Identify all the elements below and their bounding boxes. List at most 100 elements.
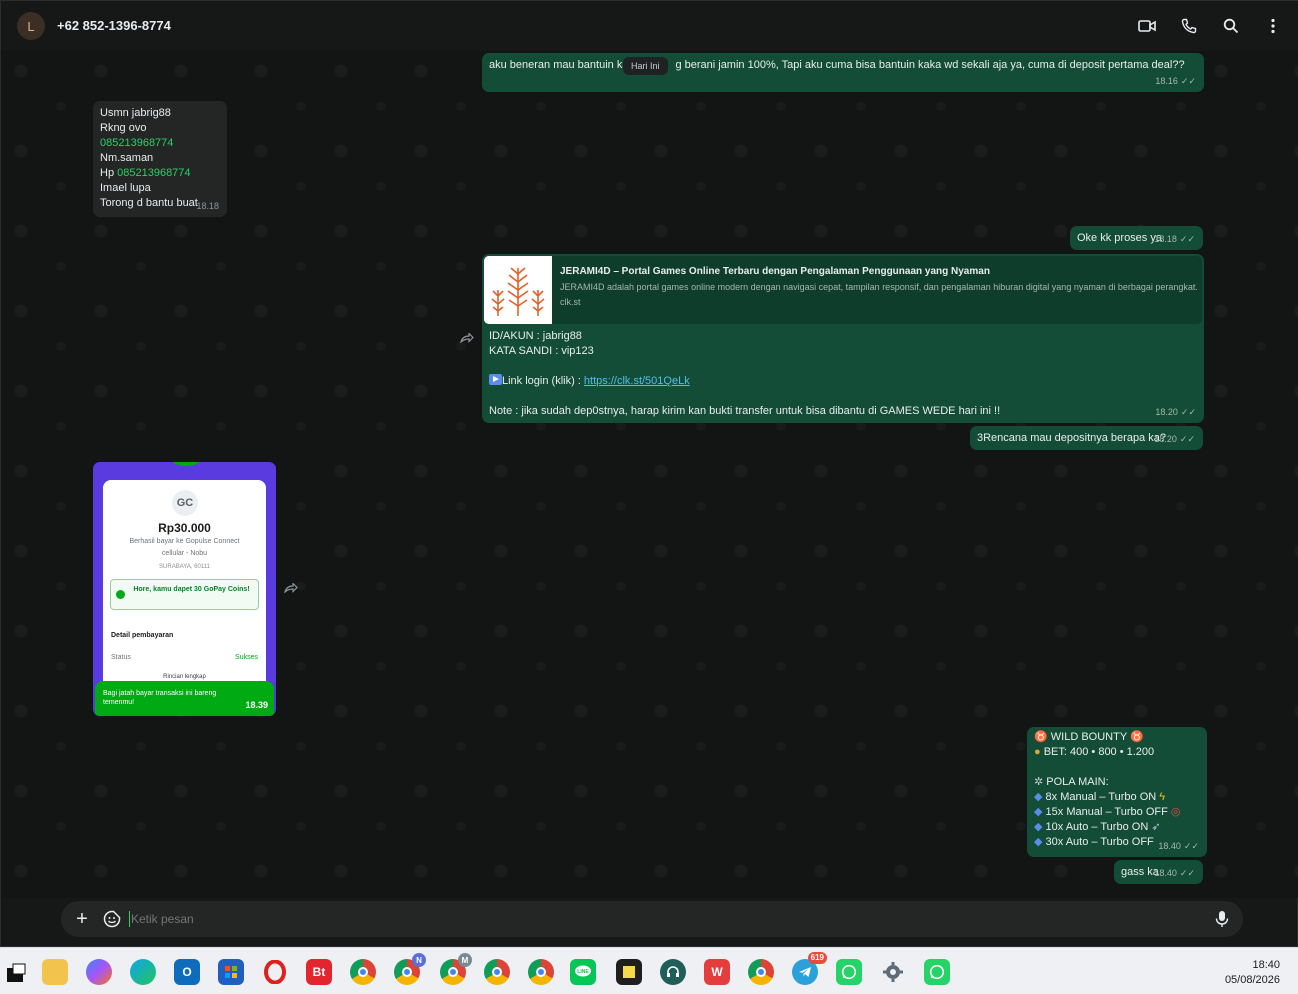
- message-input[interactable]: [131, 909, 1191, 929]
- diamond-icon: ◆: [1034, 836, 1043, 848]
- message-line: Nm.saman: [100, 152, 154, 164]
- coins-text: Hore, kamu dapet 30 GoPay Coins!: [133, 586, 250, 593]
- microphone-icon[interactable]: [1215, 910, 1229, 928]
- double-check-icon: ✓✓: [1179, 868, 1195, 878]
- login-link[interactable]: https://clk.st/501QeLk: [584, 375, 690, 387]
- chrome-icon[interactable]: [748, 959, 774, 985]
- whatsapp-icon[interactable]: [924, 959, 950, 985]
- message-line: 30x Auto – Turbo OFF: [1045, 836, 1154, 848]
- merchant-logo: GC: [172, 490, 198, 516]
- profile-badge: M: [458, 953, 472, 967]
- coins-banner: Hore, kamu dapet 30 GoPay Coins!: [110, 579, 259, 610]
- file-explorer-icon[interactable]: [42, 959, 68, 985]
- chrome-icon[interactable]: [528, 959, 554, 985]
- video-call-icon[interactable]: [1135, 14, 1159, 38]
- chrome-profile-n-icon[interactable]: N: [394, 953, 426, 985]
- site-logo-thumbnail: [484, 256, 552, 324]
- buffalo-icon: ♉: [1034, 731, 1048, 743]
- start-icon[interactable]: [2, 959, 28, 985]
- taskbar: O Bt N M LINE W 619 18:40 05/08/2026: [0, 947, 1298, 994]
- message-bubble[interactable]: gass ka 18.40 ✓✓: [1114, 860, 1203, 884]
- message-line: Link login (klik) :: [502, 375, 584, 387]
- message-time: 18.20 ✓✓: [1155, 405, 1196, 420]
- message-bubble[interactable]: Usmn jabrig88 Rkng ovo 085213968774 Nm.s…: [93, 101, 227, 217]
- message-line: 8x Manual – Turbo ON: [1045, 791, 1157, 803]
- store-icon[interactable]: [218, 959, 244, 985]
- message-time: 18.20 ✓✓: [1154, 432, 1195, 447]
- edge-icon[interactable]: [130, 959, 156, 985]
- attach-plus-icon[interactable]: +: [73, 909, 91, 929]
- outlook-icon[interactable]: O: [174, 959, 200, 985]
- chrome-icon[interactable]: [350, 959, 376, 985]
- message-bubble[interactable]: JERAMI4D – Portal Games Online Terbaru d…: [482, 254, 1204, 423]
- message-bubble[interactable]: ♉ WILD BOUNTY ♉ ● BET: 400 • 800 • 1.200…: [1027, 727, 1207, 857]
- system-clock[interactable]: 18:40 05/08/2026: [1225, 958, 1280, 988]
- message-text: Oke kk proses ya: [1077, 232, 1162, 244]
- wps-office-icon[interactable]: W: [704, 959, 730, 985]
- message-bubble[interactable]: 3Rencana mau depositnya berapa ka? 18.20…: [970, 426, 1203, 450]
- sticker-icon[interactable]: [103, 910, 121, 928]
- headset-app-icon[interactable]: [660, 959, 686, 985]
- message-bubble[interactable]: Oke kk proses ya 18.18 ✓✓: [1070, 226, 1203, 250]
- copilot-icon[interactable]: [86, 959, 112, 985]
- message-line: BET: 400 • 800 • 1.200: [1043, 746, 1155, 758]
- status-value: Sukses: [235, 654, 258, 661]
- search-icon[interactable]: [1219, 14, 1243, 38]
- clock-date: 05/08/2026: [1224, 974, 1280, 986]
- message-line: Imael lupa: [100, 182, 151, 194]
- settings-gear-icon[interactable]: [880, 959, 906, 985]
- decor-circle: [171, 462, 201, 466]
- chrome-icon[interactable]: [484, 959, 510, 985]
- double-check-icon: ✓✓: [1179, 434, 1195, 444]
- share-text: Bagi jatah bayar transaksi ini bareng te…: [103, 690, 217, 706]
- chrome-profile-m-icon[interactable]: M: [440, 953, 472, 985]
- message-time: 18.16 ✓✓: [1155, 74, 1196, 89]
- forward-icon[interactable]: [283, 582, 300, 598]
- message-line: Rkng ovo: [100, 122, 147, 134]
- message-text: aku beneran mau bantuin ka: [489, 59, 629, 71]
- target-icon: ◎: [1170, 806, 1181, 818]
- avatar[interactable]: L: [17, 12, 45, 40]
- preview-title: JERAMI4D – Portal Games Online Terbaru d…: [560, 266, 990, 277]
- message-bubble[interactable]: aku beneran mau bantuin ka g berani jamin…: [482, 53, 1204, 92]
- payment-amount: Rp30.000: [158, 521, 211, 535]
- menu-icon[interactable]: [1261, 14, 1285, 38]
- forward-icon[interactable]: [459, 332, 476, 348]
- message-line: KATA SANDI : vip123: [489, 345, 594, 357]
- double-check-icon: ✓✓: [1179, 234, 1195, 244]
- whatsapp-icon[interactable]: [836, 959, 862, 985]
- whatsapp-window: L +62 852-1396-8774 aku beneran mau bant…: [0, 0, 1298, 947]
- voice-call-icon[interactable]: [1177, 14, 1201, 38]
- phone-link[interactable]: 085213968774: [100, 136, 198, 151]
- message-time: 18.18 ✓✓: [1154, 232, 1195, 247]
- phone-link[interactable]: 085213968774: [117, 167, 190, 179]
- merchant-line-1: Berhasil bayar ke Gopulse Connect: [129, 538, 240, 545]
- telegram-icon[interactable]: 619: [792, 952, 827, 985]
- sticky-notes-icon[interactable]: [616, 959, 642, 985]
- svg-text:LINE: LINE: [577, 969, 589, 975]
- message-line: POLA MAIN:: [1046, 776, 1109, 788]
- message-text: gass ka: [1121, 866, 1159, 878]
- message-composer[interactable]: +: [61, 901, 1243, 937]
- bt-app-icon[interactable]: Bt: [306, 959, 332, 985]
- line-app-icon[interactable]: LINE: [570, 959, 596, 985]
- link-preview[interactable]: JERAMI4D – Portal Games Online Terbaru d…: [484, 256, 1202, 324]
- double-check-icon: ✓✓: [1180, 76, 1196, 86]
- opera-icon[interactable]: [262, 959, 288, 985]
- double-check-icon: ✓✓: [1180, 407, 1196, 417]
- message-list[interactable]: aku beneran mau bantuin ka g berani jamin…: [1, 51, 1298, 898]
- status-label: Status: [111, 654, 131, 661]
- rocket-icon: ➶: [1151, 821, 1161, 833]
- message-line: WILD BOUNTY: [1050, 731, 1127, 743]
- text-cursor: [129, 911, 130, 927]
- merchant-city: SURABAYA, 60111: [159, 564, 210, 570]
- double-check-icon: ✓✓: [1183, 841, 1199, 851]
- profile-badge: N: [412, 953, 426, 967]
- image-message[interactable]: GC Rp30.000 Berhasil bayar ke Gopulse Co…: [93, 462, 276, 716]
- rincian-link: Rincian lengkap: [163, 674, 206, 680]
- date-badge: Hari Ini: [623, 57, 668, 75]
- buffalo-icon: ♉: [1130, 731, 1144, 743]
- message-line: Usmn jabrig88: [100, 107, 171, 119]
- contact-name[interactable]: +62 852-1396-8774: [57, 18, 171, 33]
- unread-badge: 619: [807, 952, 827, 964]
